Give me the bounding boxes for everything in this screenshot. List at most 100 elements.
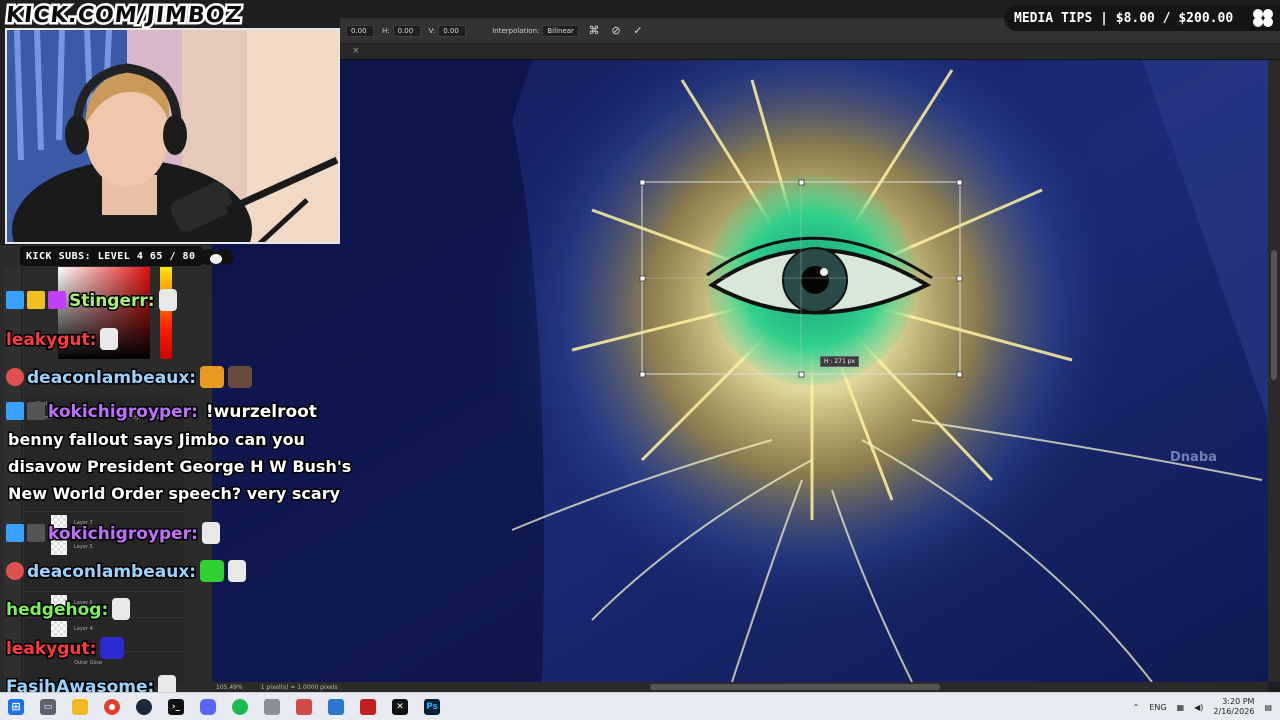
network-icon[interactable]: ▦ bbox=[1177, 703, 1185, 712]
chat-separator: : bbox=[146, 290, 156, 313]
start-icon[interactable]: ⊞ bbox=[0, 693, 32, 720]
hand-emote-icon bbox=[158, 289, 177, 311]
horizontal-scroll-thumb[interactable] bbox=[650, 684, 940, 690]
chat-username[interactable]: leakygut bbox=[5, 329, 92, 352]
chat-text-line: New World Order speech? very scary bbox=[7, 483, 342, 505]
subscriber-badge-icon bbox=[6, 291, 24, 309]
chat-separator: : bbox=[190, 401, 200, 424]
app-icon[interactable] bbox=[352, 693, 384, 720]
chat-text-line: benny fallout says Jimbo can you bbox=[7, 429, 307, 451]
subscriber-badge-icon bbox=[6, 524, 24, 542]
chat-message: kokichigroyper: !wurzelroot bbox=[6, 401, 318, 424]
canvas[interactable]: H : 271 px Dnaba bbox=[212, 60, 1268, 682]
hand-emote-icon bbox=[112, 598, 131, 620]
chat-username[interactable]: Stingerr bbox=[68, 290, 150, 313]
chat-username[interactable]: deaconlambeaux bbox=[25, 561, 190, 584]
system-tray: ⌃ ENG ▦ ◀) 3:20 PM 2/16/2026 ▤ bbox=[1133, 693, 1272, 720]
canvas-artwork bbox=[212, 60, 1268, 682]
chat-text-line: disavow President George H W Bush's bbox=[7, 456, 353, 478]
photoshop-icon[interactable]: Ps bbox=[416, 693, 448, 720]
language-indicator[interactable]: ENG bbox=[1149, 703, 1166, 712]
creature-badge-icon bbox=[27, 402, 45, 420]
volume-icon[interactable]: ◀) bbox=[1194, 703, 1203, 712]
canvas-text: Dnaba bbox=[1170, 450, 1217, 465]
webcam-feed bbox=[5, 28, 340, 244]
subscriber-badge-icon bbox=[6, 402, 24, 420]
chat-separator: : bbox=[190, 523, 200, 546]
capcut-icon[interactable]: ✕ bbox=[384, 693, 416, 720]
app-icon[interactable] bbox=[288, 693, 320, 720]
x-value[interactable]: 0.00 bbox=[346, 24, 374, 37]
vertical-scroll-thumb[interactable] bbox=[1271, 250, 1277, 380]
chevron-up-icon[interactable]: ⌃ bbox=[1133, 703, 1140, 712]
cancel-transform-icon[interactable]: ⊘ bbox=[609, 24, 623, 38]
transform-size-label: H : 271 px bbox=[820, 356, 860, 367]
clock[interactable]: 3:20 PM 2/16/2026 bbox=[1213, 697, 1254, 717]
warp-icon[interactable]: ⌘ bbox=[587, 24, 601, 38]
chat-separator: : bbox=[88, 329, 98, 352]
chat-message: leakygut: bbox=[5, 637, 125, 661]
hand-emote-icon bbox=[201, 522, 220, 544]
hand-emote-icon bbox=[228, 560, 247, 582]
horizontal-scrollbar[interactable] bbox=[370, 682, 1268, 692]
vertical-scrollbar[interactable] bbox=[1268, 60, 1280, 682]
emote-icon bbox=[228, 366, 253, 388]
chat-message: hedgehog: bbox=[4, 598, 131, 622]
document-tabs: × bbox=[340, 44, 1280, 60]
discord-icon[interactable] bbox=[192, 693, 224, 720]
close-tab-icon[interactable]: × bbox=[352, 46, 360, 56]
crown-badge-icon bbox=[27, 291, 45, 309]
app-icon[interactable] bbox=[320, 693, 352, 720]
hand-emote-icon bbox=[100, 328, 119, 350]
chat-separator: : bbox=[100, 599, 110, 622]
spotify-icon[interactable] bbox=[224, 693, 256, 720]
terminal-icon[interactable]: ›_ bbox=[160, 693, 192, 720]
chat-separator: : bbox=[188, 367, 198, 390]
steam-icon[interactable] bbox=[128, 693, 160, 720]
interpolation-field[interactable]: Interpolation: Bilinear bbox=[492, 24, 579, 37]
chat-message: leakygut: bbox=[5, 328, 119, 352]
interpolation-select[interactable]: Bilinear bbox=[542, 24, 579, 37]
clock-time: 3:20 PM bbox=[1222, 697, 1255, 706]
v-field[interactable]: V: 0.00 bbox=[429, 24, 467, 37]
x-field[interactable]: 0.00 bbox=[346, 24, 374, 37]
taskbar: ⊞ ▭ ›_ ✕ Ps ⌃ ENG ▦ ◀) 3:20 PM 2/16/2026… bbox=[0, 692, 1280, 720]
file-explorer-icon[interactable] bbox=[64, 693, 96, 720]
creature-badge-icon bbox=[27, 524, 45, 542]
kick-subs-goal: KICK SUBS: LEVEL 4 65 / 80 bbox=[20, 246, 202, 266]
chat-username[interactable]: kokichigroyper bbox=[46, 523, 192, 546]
media-tips-text: MEDIA TIPS | $8.00 / $200.00 bbox=[1014, 10, 1234, 26]
task-view-icon[interactable]: ▭ bbox=[32, 693, 64, 720]
media-tips-goal: MEDIA TIPS | $8.00 / $200.00 bbox=[1004, 5, 1280, 31]
chat-message: deaconlambeaux: bbox=[6, 560, 247, 584]
emote-icon bbox=[100, 637, 125, 659]
h-label: H: bbox=[382, 26, 390, 35]
notifications-icon[interactable]: ▤ bbox=[1264, 703, 1272, 712]
kick-logo-icon bbox=[198, 249, 234, 265]
screen: 0.00 H: 0.00 V: 0.00 Interpolation: Bilinea… bbox=[0, 0, 1280, 720]
chat-message: deaconlambeaux: bbox=[6, 366, 253, 390]
v-value[interactable]: 0.00 bbox=[438, 24, 467, 37]
chat-message: Stingerr: bbox=[6, 289, 177, 313]
h-field[interactable]: H: 0.00 bbox=[382, 24, 421, 37]
creature-badge-icon bbox=[48, 291, 66, 309]
chat-username[interactable]: kokichigroyper bbox=[46, 401, 192, 424]
chat-overlay: Stingerr: leakygut: deaconlambeaux: koki… bbox=[4, 285, 356, 699]
webcam-image bbox=[7, 30, 338, 242]
chat-username[interactable]: hedgehog bbox=[4, 599, 102, 622]
emote-icon bbox=[200, 560, 225, 582]
interpolation-label: Interpolation: bbox=[492, 26, 540, 35]
channel-handle: KICK.COM/JIMBOZ bbox=[2, 1, 246, 31]
chat-username[interactable]: leakygut bbox=[5, 638, 92, 661]
emote-icon bbox=[200, 366, 225, 388]
clock-date: 2/16/2026 bbox=[1213, 707, 1255, 716]
creature-badge-icon bbox=[6, 368, 24, 386]
chrome-icon[interactable] bbox=[96, 693, 128, 720]
app-icon[interactable] bbox=[256, 693, 288, 720]
h-value[interactable]: 0.00 bbox=[392, 24, 421, 37]
chat-username[interactable]: deaconlambeaux bbox=[25, 367, 190, 390]
chat-text: !wurzelroot bbox=[204, 401, 318, 424]
commit-transform-icon[interactable]: ✓ bbox=[631, 24, 645, 38]
creature-badge-icon bbox=[6, 562, 24, 580]
blob-logo-icon bbox=[1253, 9, 1273, 27]
